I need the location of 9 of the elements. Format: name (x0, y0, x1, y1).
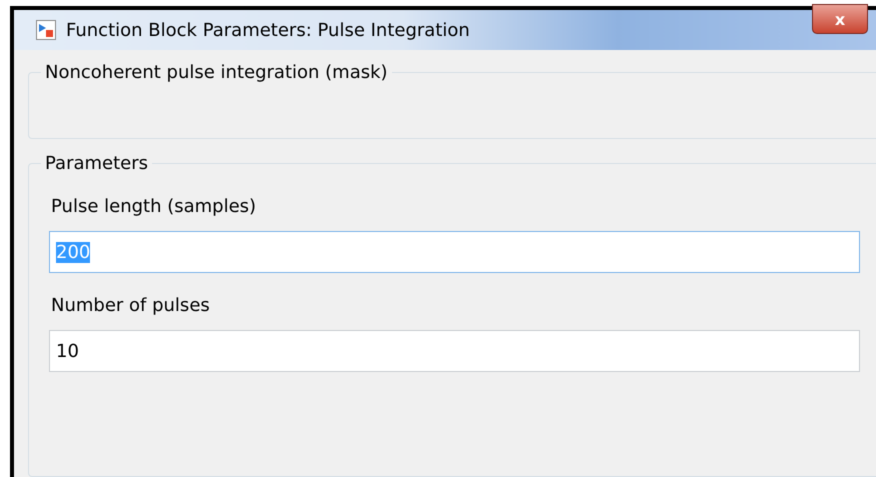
block-icon (36, 20, 56, 40)
field-label: Pulse length (samples) (51, 196, 258, 217)
window-title: Function Block Parameters: Pulse Integration (66, 20, 470, 40)
group-title: Parameters (44, 153, 150, 174)
input-field[interactable]: 200 (49, 231, 860, 273)
field-label: Number of pulses (51, 295, 211, 316)
close-button[interactable]: x (812, 4, 868, 34)
input-field[interactable]: 10 (49, 330, 860, 372)
group-title: Noncoherent pulse integration (mask) (44, 62, 389, 83)
